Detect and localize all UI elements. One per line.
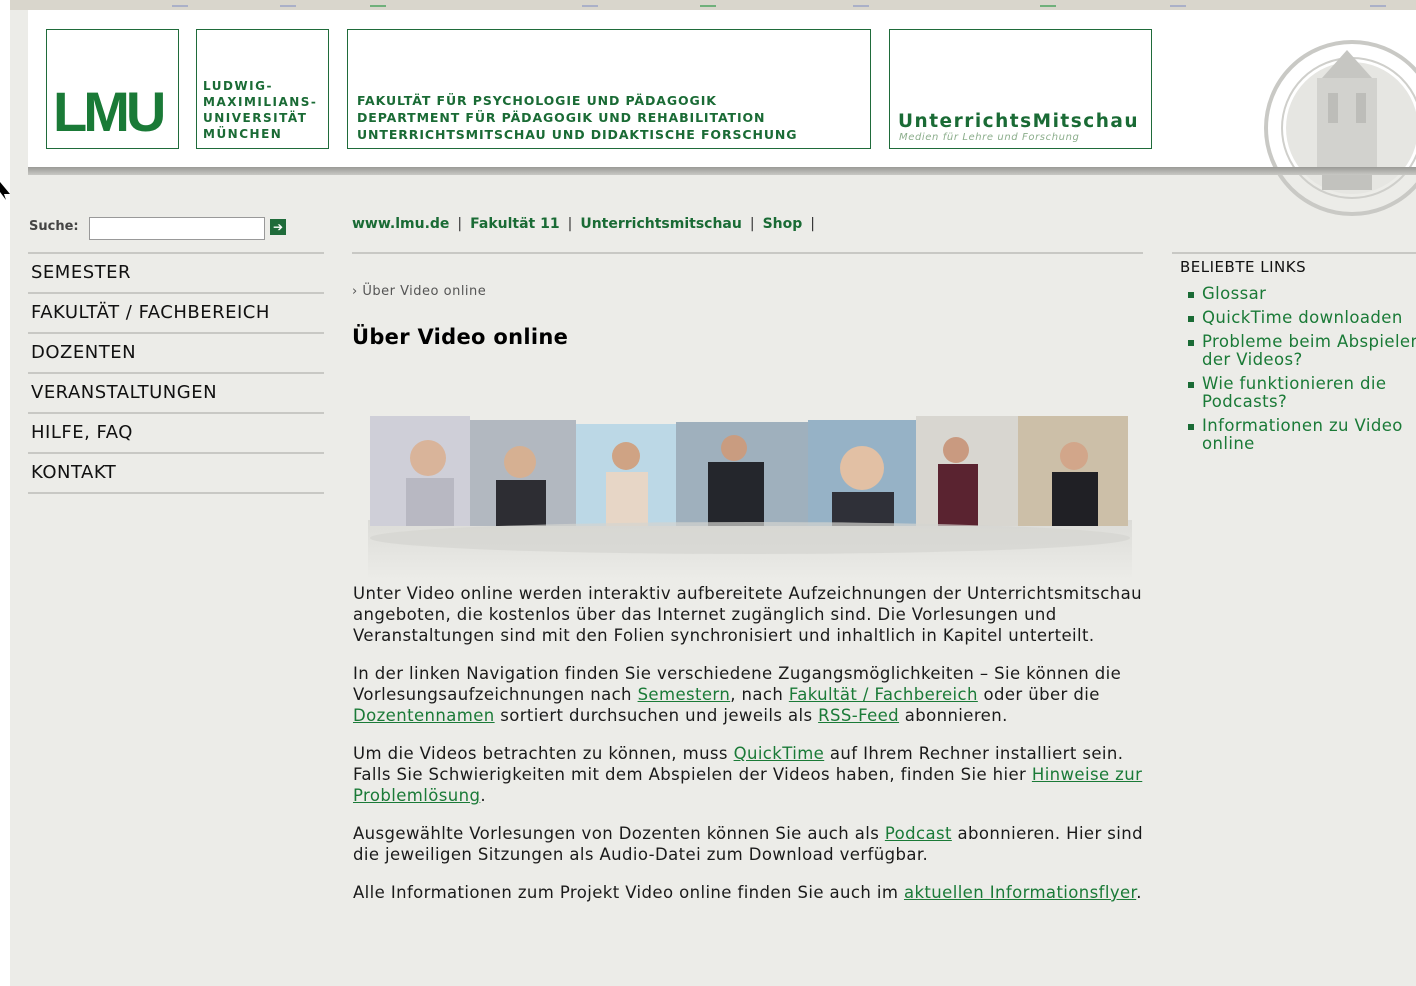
link-dozentennamen[interactable]: Dozentennamen (353, 706, 495, 725)
breadcrumb[interactable]: › Über Video online (352, 284, 486, 299)
lecturer-video-banner (368, 416, 1132, 580)
search-label: Suche: (29, 219, 79, 234)
sidebar-link-informationen[interactable]: Informationen zu Video online (1186, 417, 1416, 453)
topnav-separator: | (749, 216, 755, 232)
topnav-link-shop[interactable]: Shop (763, 216, 803, 232)
quicktime-paragraph: Um die Videos betrachten zu können, muss… (353, 744, 1143, 805)
sidebar-link-podcasts[interactable]: Wie funktionieren die Podcasts? (1186, 375, 1416, 411)
left-navigation: SEMESTER FAKULTÄT / FACHBEREICH DOZENTEN… (28, 252, 324, 494)
arrow-right-icon[interactable]: ➔ (270, 219, 286, 235)
flyer-paragraph: Alle Informationen zum Projekt Video onl… (353, 883, 1142, 902)
header-divider (28, 167, 1416, 175)
search-input[interactable] (89, 217, 265, 240)
nav-item-kontakt[interactable]: KONTAKT (28, 454, 324, 494)
sidebar-link-probleme[interactable]: Probleme beim Abspielen der Videos? (1186, 333, 1416, 369)
faculty-box[interactable]: FAKULTÄT FÜR PSYCHOLOGIE UND PÄDAGOGIK D… (347, 29, 871, 149)
topnav-separator: | (457, 216, 463, 232)
mouse-cursor-icon (0, 182, 10, 200)
topnav-link-unterrichtsmitschau[interactable]: Unterrichtsmitschau (580, 216, 742, 232)
main-content: Unter Video online werden interaktiv auf… (353, 583, 1153, 920)
lmu-logo-text: LMU (53, 80, 166, 143)
sidebar-divider (1172, 252, 1416, 254)
link-podcast[interactable]: Podcast (885, 824, 952, 843)
intro-paragraph: Unter Video online werden interaktiv auf… (353, 584, 1142, 645)
link-informationsflyer[interactable]: aktuellen Informationsflyer (904, 883, 1136, 902)
link-semestern[interactable]: Semestern (638, 685, 731, 704)
nav-item-veranstaltungen[interactable]: VERANSTALTUNGEN (28, 374, 324, 414)
university-name: LUDWIG- MAXIMILIANS- UNIVERSITÄT MÜNCHEN (203, 79, 318, 141)
podcast-paragraph: Ausgewählte Vorlesungen von Dozenten kön… (353, 824, 1144, 864)
topnav-link-fakultaet[interactable]: Fakultät 11 (470, 216, 559, 232)
topnav-separator: | (567, 216, 573, 232)
nav-item-fakultaet[interactable]: FAKULTÄT / FACHBEREICH (28, 294, 324, 334)
topnav-separator: | (810, 216, 815, 232)
link-quicktime[interactable]: QuickTime (734, 744, 825, 763)
topnav-link-lmu[interactable]: www.lmu.de (352, 216, 449, 232)
lmu-logo[interactable]: LMU (46, 29, 179, 149)
sidebar-link-quicktime[interactable]: QuickTime downloaden (1186, 309, 1416, 327)
popular-links-list: Glossar QuickTime downloaden Probleme be… (1186, 285, 1416, 459)
browser-left-gutter (0, 0, 10, 986)
link-rss-feed[interactable]: RSS-Feed (818, 706, 899, 725)
faculty-name: FAKULTÄT FÜR PSYCHOLOGIE UND PÄDAGOGIK D… (357, 93, 798, 142)
link-fakultaet-fachbereich[interactable]: Fakultät / Fachbereich (789, 685, 978, 704)
page-title: Über Video online (352, 325, 569, 349)
sidebar-link-glossar[interactable]: Glossar (1186, 285, 1416, 303)
sidebar-title: BELIEBTE LINKS (1180, 258, 1307, 276)
browser-top-strip (10, 0, 1416, 10)
brand-subtitle: Medien für Lehre und Forschung (899, 132, 1080, 143)
top-navigation: www.lmu.de | Fakultät 11 | Unterrichtsmitsch… (352, 216, 823, 232)
nav-item-hilfe[interactable]: HILFE, FAQ (28, 414, 324, 454)
university-name-box[interactable]: LUDWIG- MAXIMILIANS- UNIVERSITÄT MÜNCHEN (196, 29, 329, 149)
brand-title: UnterrichtsMitschau (898, 111, 1140, 132)
brand-box[interactable]: UnterrichtsMitschau Medien für Lehre und… (889, 29, 1152, 149)
nav-item-dozenten[interactable]: DOZENTEN (28, 334, 324, 374)
main-divider (352, 252, 1143, 254)
nav-item-semester[interactable]: SEMESTER (28, 254, 324, 294)
university-seal-icon (1264, 40, 1416, 216)
navigation-paragraph: In der linken Navigation finden Sie vers… (353, 664, 1122, 725)
